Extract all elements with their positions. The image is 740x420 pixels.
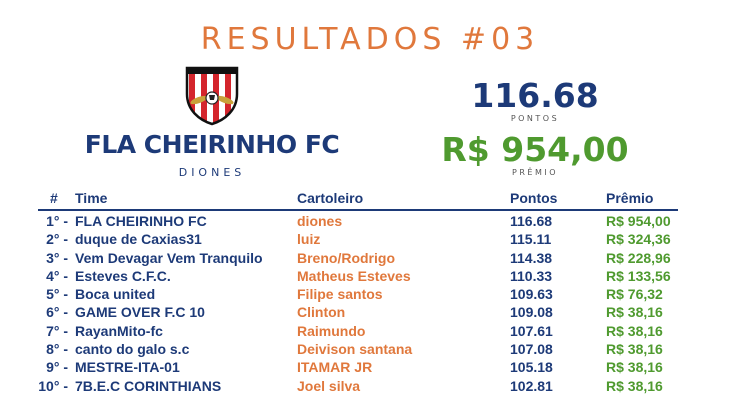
table-divider [38, 209, 678, 211]
team-name: FLA CHEIRINHO FC [84, 130, 340, 159]
row-rank: 8° - [46, 341, 68, 358]
row-rank: 10° - [38, 377, 68, 394]
row-points: 116.68 [510, 213, 553, 229]
row-rank: 2° - [46, 231, 68, 248]
table-row: 5° - Boca united Filipe santos 109.63 R$… [0, 285, 740, 303]
row-points: 107.61 [510, 322, 553, 339]
row-cartoleiro: ITAMAR JR [297, 359, 373, 376]
table-row: 9° - MESTRE-ITA-01 ITAMAR JR 105.18 R$ 3… [0, 358, 740, 376]
row-team: 7B.E.C CORINTHIANS [75, 377, 222, 394]
row-points: 115.11 [510, 231, 552, 248]
row-prize: R$ 954,00 [606, 213, 671, 229]
table-row: 3° - Vem Devagar Vem Tranquilo Breno/Rod… [0, 249, 740, 267]
col-header-cartoleiro: Cartoleiro [297, 190, 364, 206]
row-points: 110.33 [510, 267, 553, 284]
row-team: FLA CHEIRINHO FC [75, 213, 207, 229]
row-rank: 4° - [46, 267, 68, 284]
row-points: 114.38 [510, 249, 553, 266]
row-cartoleiro: Clinton [297, 304, 346, 321]
row-cartoleiro: Raimundo [297, 322, 366, 339]
row-team: duque de Caxias31 [75, 231, 202, 248]
col-header-prize: Prêmio [606, 190, 654, 206]
row-team: Esteves C.F.C. [75, 267, 171, 284]
table-row: 4° - Esteves C.F.C. Matheus Esteves 110.… [0, 267, 740, 285]
prize-value: R$ 954,00 [441, 130, 629, 169]
row-points: 109.63 [510, 286, 553, 303]
row-rank: 6° - [46, 304, 68, 321]
table-row: 6° - GAME OVER F.C 10 Clinton 109.08 R$ … [0, 303, 740, 321]
points-label: PONTOS [510, 114, 560, 123]
row-cartoleiro: Filipe santos [297, 286, 383, 303]
row-rank: 3° - [46, 249, 68, 266]
col-header-team: Time [75, 190, 108, 206]
row-points: 105.18 [510, 359, 553, 376]
prize-label: PRÊMIO [512, 168, 558, 177]
row-rank: 9° - [46, 359, 68, 376]
row-team: RayanMito-fc [75, 322, 163, 339]
row-rank: 7° - [46, 322, 68, 339]
row-prize: R$ 133,56 [606, 267, 671, 284]
row-points: 107.08 [510, 341, 553, 358]
row-cartoleiro: luiz [297, 231, 321, 248]
row-prize: R$ 38,16 [606, 304, 663, 321]
row-team: MESTRE-ITA-01 [75, 359, 180, 376]
row-cartoleiro: diones [297, 213, 343, 229]
row-prize: R$ 38,16 [606, 322, 663, 339]
row-cartoleiro: Deivison santana [297, 341, 413, 358]
col-header-points: Pontos [510, 190, 558, 206]
table-header: # Time Cartoleiro Pontos Prêmio [0, 189, 740, 209]
row-prize: R$ 228,96 [606, 249, 671, 266]
row-points: 102.81 [510, 377, 553, 394]
row-prize: R$ 38,16 [606, 377, 663, 394]
row-team: Boca united [75, 286, 156, 303]
table-row: 1° - FLA CHEIRINHO FC diones 116.68 R$ 9… [0, 212, 740, 230]
row-cartoleiro: Matheus Esteves [297, 267, 411, 284]
team-owner: DIONES [178, 166, 246, 179]
row-rank: 5° - [46, 286, 68, 303]
results-table: 1° - FLA CHEIRINHO FC diones 116.68 R$ 9… [0, 212, 740, 395]
page-title: RESULTADOS #03 [200, 22, 540, 57]
row-prize: R$ 324,36 [606, 231, 671, 248]
row-prize: R$ 38,16 [606, 359, 663, 376]
points-value: 116.68 [471, 76, 599, 115]
row-prize: R$ 38,16 [606, 341, 663, 358]
row-team: canto do galo s.c [75, 341, 190, 358]
table-row: 8° - canto do galo s.c Deivison santana … [0, 340, 740, 358]
row-team: GAME OVER F.C 10 [75, 304, 205, 321]
row-points: 109.08 [510, 304, 553, 321]
team-crest-icon [185, 66, 239, 126]
table-row: 10° - 7B.E.C CORINTHIANS Joel silva 102.… [0, 377, 740, 395]
row-cartoleiro: Breno/Rodrigo [297, 249, 395, 266]
row-rank: 1° - [46, 213, 68, 229]
row-cartoleiro: Joel silva [297, 377, 361, 394]
table-row: 7° - RayanMito-fc Raimundo 107.61 R$ 38,… [0, 322, 740, 340]
row-prize: R$ 76,32 [606, 286, 663, 303]
row-team: Vem Devagar Vem Tranquilo [75, 249, 263, 266]
col-header-rank: # [50, 190, 58, 206]
table-row: 2° - duque de Caxias31 luiz 115.11 R$ 32… [0, 230, 740, 248]
